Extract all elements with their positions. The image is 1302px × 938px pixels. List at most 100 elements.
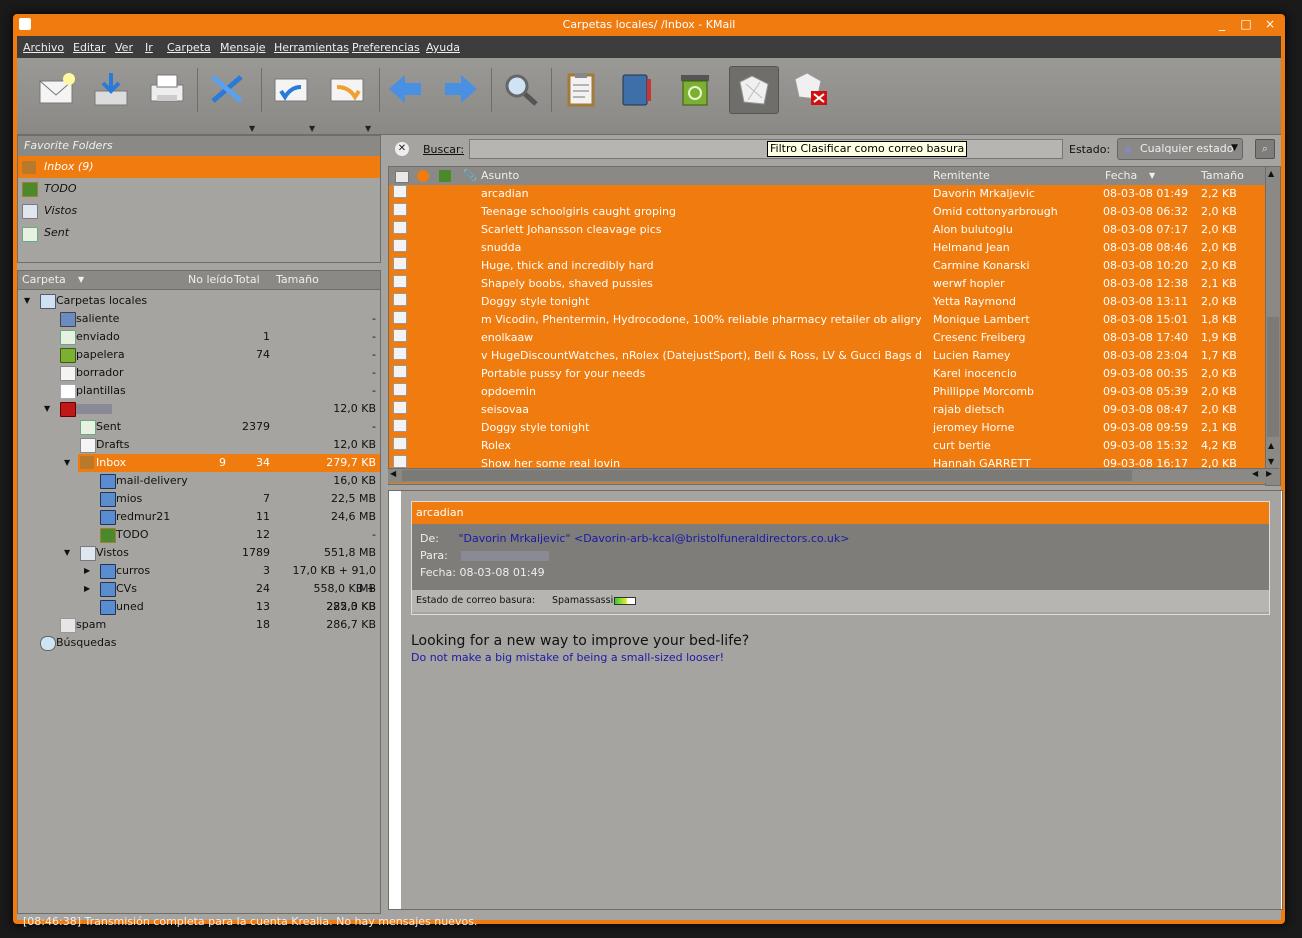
col-fecha[interactable]: Fecha xyxy=(1105,167,1137,185)
menu-ir[interactable]: Ir xyxy=(145,41,153,54)
col-remitente[interactable]: Remitente xyxy=(933,167,990,185)
col-tamano[interactable]: Tamaño xyxy=(276,271,319,289)
status-column-icon[interactable] xyxy=(395,171,409,183)
message-row[interactable]: Portable pussy for your needs Karel inoce… xyxy=(389,365,1267,383)
not-spam-button[interactable] xyxy=(785,66,833,112)
message-row[interactable]: Huge, thick and incredibly hard Carmine K… xyxy=(389,257,1267,275)
clear-search-icon[interactable]: ✕ xyxy=(395,142,409,156)
folder-row[interactable]: ▼ 12,0 KB xyxy=(18,400,380,418)
folder-row[interactable]: Drafts 12,0 KB xyxy=(18,436,380,454)
folder-row[interactable]: spam 18 286,7 KB xyxy=(18,616,380,634)
col-carpeta[interactable]: Carpeta xyxy=(22,271,66,289)
menu-herramientas[interactable]: Herramientas xyxy=(274,41,349,54)
reply-button[interactable] xyxy=(267,66,315,112)
folder-row[interactable]: Búsquedas xyxy=(18,634,380,652)
scroll-thumb[interactable] xyxy=(1267,317,1279,437)
expand-arrow-icon[interactable]: ▶ xyxy=(84,562,90,580)
menu-ver[interactable]: Ver xyxy=(115,41,133,54)
print-button[interactable] xyxy=(143,66,191,112)
scroll-up-icon[interactable]: ▲ xyxy=(1268,441,1274,450)
expand-arrow-icon[interactable]: ▶ xyxy=(84,580,90,598)
folder-row[interactable]: saliente - xyxy=(18,310,380,328)
advanced-search-icon[interactable]: ⌕ xyxy=(1255,139,1275,159)
folder-row[interactable]: TODO 12 - xyxy=(18,526,380,544)
folder-row[interactable]: ▶ curros 3 17,0 KB + 91,0 MB xyxy=(18,562,380,595)
trash-button[interactable] xyxy=(671,66,719,112)
scroll-left-icon[interactable]: ◀ xyxy=(390,469,396,478)
menu-editar[interactable]: Editar xyxy=(73,41,106,54)
folder-row[interactable]: uned 13 225,3 KB xyxy=(18,598,380,616)
message-row[interactable]: Doggy style tonight Yetta Raymond 08-03-08… xyxy=(389,293,1267,311)
next-button[interactable] xyxy=(437,66,485,112)
folder-row[interactable]: Sent 2379 - xyxy=(18,418,380,436)
scroll-down-icon[interactable]: ▼ xyxy=(1268,457,1274,466)
message-row[interactable]: snudda Helmand Jean 08-03-08 08:46 2,0 KB xyxy=(389,239,1267,257)
message-row[interactable]: Scarlett Johansson cleavage pics Alon bul… xyxy=(389,221,1267,239)
message-row[interactable]: m Vicodin, Phentermin, Hydrocodone, 100%… xyxy=(389,311,1267,329)
scroll-up-icon[interactable]: ▲ xyxy=(1268,169,1274,178)
message-list-hscrollbar[interactable]: ◀ ◀ ▶ xyxy=(388,468,1279,483)
message-list-scrollbar[interactable]: ▲ ▲ ▼ xyxy=(1265,166,1281,486)
menu-archivo[interactable]: Archivo xyxy=(23,41,64,54)
folder-row[interactable]: ▼ Carpetas locales xyxy=(18,292,380,310)
col-asunto[interactable]: Asunto xyxy=(481,167,519,185)
message-row[interactable]: Shapely boobs, shaved pussies werwf hople… xyxy=(389,275,1267,293)
body-link[interactable]: Do not make a big mistake of being a sma… xyxy=(411,651,724,664)
message-row[interactable]: Doggy style tonight jeromey Horne 09-03-08… xyxy=(389,419,1267,437)
spam-button[interactable] xyxy=(729,66,779,114)
message-row[interactable]: v HugeDiscountWatches, nRolex (DatejustS… xyxy=(389,347,1267,365)
maximize-button[interactable]: □ xyxy=(1239,17,1253,31)
message-row[interactable]: opdoemin Phillippe Morcomb 09-03-08 05:39 2… xyxy=(389,383,1267,401)
previous-button[interactable] xyxy=(381,66,429,112)
collapse-arrow-icon[interactable]: ▼ xyxy=(64,544,70,562)
send-queue-button[interactable] xyxy=(203,66,251,112)
todo-button[interactable] xyxy=(557,66,605,112)
folder-row[interactable]: borrador - xyxy=(18,364,380,382)
reply-dropdown-icon[interactable]: ▼ xyxy=(309,124,315,133)
folder-row[interactable]: ▼ Vistos 1789 551,8 MB xyxy=(18,544,380,562)
menu-preferencias[interactable]: Preferencias xyxy=(352,41,420,54)
close-button[interactable]: × xyxy=(1263,17,1277,31)
sort-chevron-icon[interactable]: ▼ xyxy=(1149,167,1155,185)
collapse-arrow-icon[interactable]: ▼ xyxy=(64,454,70,472)
attachment-column-icon[interactable]: 📎 xyxy=(463,167,477,185)
menu-ayuda[interactable]: Ayuda xyxy=(426,41,460,54)
message-row[interactable]: Rolex curt bertie 09-03-08 15:32 4,2 KB xyxy=(389,437,1267,455)
scroll-right-icon[interactable]: ▶ xyxy=(1266,469,1272,478)
search-input[interactable] xyxy=(469,139,1063,159)
fav-item-todo[interactable]: TODO xyxy=(18,178,380,200)
fav-item-vistos[interactable]: Vistos xyxy=(18,200,380,222)
sort-chevron-icon[interactable]: ▼ xyxy=(78,271,84,289)
message-row[interactable]: Teenage schoolgirls caught groping Omid c… xyxy=(389,203,1267,221)
forward-dropdown-icon[interactable]: ▼ xyxy=(365,124,371,133)
col-total[interactable]: Total xyxy=(234,271,260,289)
message-row[interactable]: enolkaaw Cresenc Freiberg 08-03-08 17:40 1,… xyxy=(389,329,1267,347)
scroll-left-icon[interactable]: ◀ xyxy=(1252,469,1258,478)
new-message-button[interactable] xyxy=(33,66,81,112)
folder-row[interactable]: mios 7 22,5 MB xyxy=(18,490,380,508)
status-select[interactable]: ◆ Cualquier estado ▼ xyxy=(1117,138,1243,160)
message-row[interactable]: arcadian Davorin Mrkaljevic 08-03-08 01:49… xyxy=(389,185,1267,203)
forward-button[interactable] xyxy=(323,66,371,112)
menu-carpeta[interactable]: Carpeta xyxy=(167,41,211,54)
from-link[interactable]: "Davorin Mrkaljevic" <Davorin-arb-kcal@b… xyxy=(458,532,849,545)
message-row[interactable]: seisovaa rajab dietsch 09-03-08 08:47 2,0 K… xyxy=(389,401,1267,419)
folder-row[interactable]: redmur21 11 24,6 MB xyxy=(18,508,380,526)
folder-row[interactable]: mail-delivery 16,0 KB xyxy=(18,472,380,490)
addressbook-button[interactable] xyxy=(613,66,661,112)
minimize-button[interactable]: _ xyxy=(1215,17,1229,31)
collapse-arrow-icon[interactable]: ▼ xyxy=(24,292,30,310)
scroll-thumb[interactable] xyxy=(402,470,1132,481)
menu-mensaje[interactable]: Mensaje xyxy=(220,41,266,54)
todo-column-icon[interactable] xyxy=(439,170,451,182)
folder-row[interactable]: ▶ CVs 24 558,0 KB + 282,0 KB xyxy=(18,580,380,613)
folder-row[interactable]: enviado 1 - xyxy=(18,328,380,346)
col-no-leido[interactable]: No leído xyxy=(188,271,233,289)
fav-item-sent[interactable]: Sent xyxy=(18,222,380,244)
send-dropdown-icon[interactable]: ▼ xyxy=(249,124,255,133)
search-button[interactable] xyxy=(497,66,545,112)
folder-row-selected[interactable]: ▼ Inbox 9 34 279,7 KB xyxy=(64,454,380,472)
col-tamano[interactable]: Tamaño xyxy=(1201,167,1244,185)
check-mail-button[interactable] xyxy=(87,66,135,112)
important-column-icon[interactable] xyxy=(417,170,429,182)
